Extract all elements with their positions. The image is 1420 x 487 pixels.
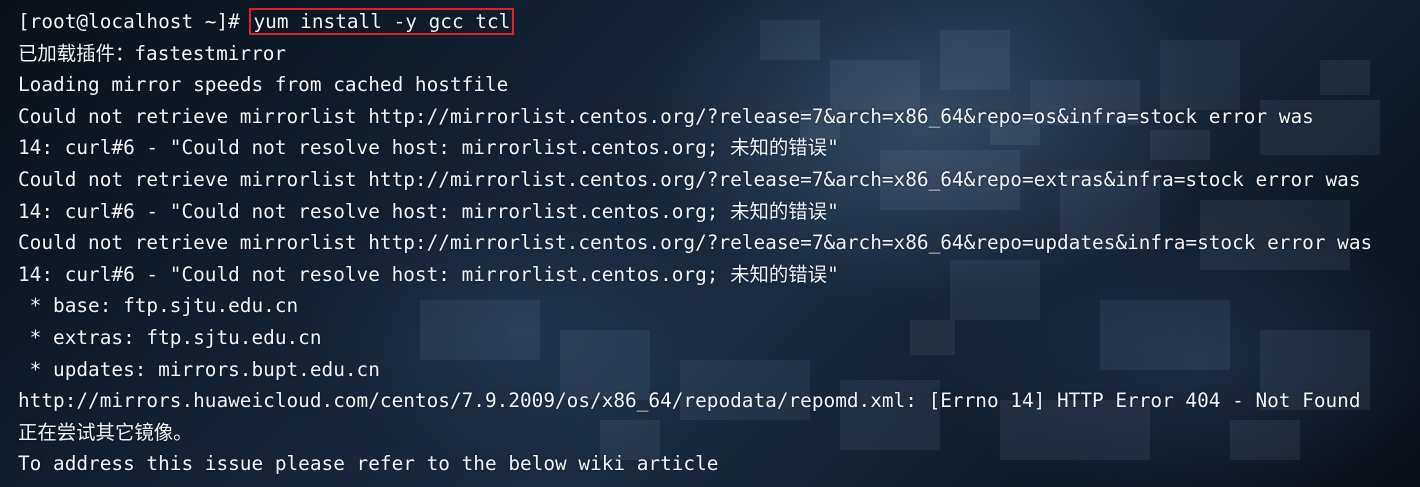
terminal-window[interactable]: [root@localhost ~]# yum install -y gcc t… [0, 0, 1420, 487]
output-line: 14: curl#6 - "Could not resolve host: mi… [18, 199, 839, 223]
output-line: Could not retrieve mirrorlist http://mir… [18, 231, 1373, 255]
output-line: Loading mirror speeds from cached hostfi… [18, 73, 509, 97]
command-line: [root@localhost ~]# yum install -y gcc t… [18, 6, 1420, 38]
terminal-output[interactable]: [root@localhost ~]# yum install -y gcc t… [18, 6, 1420, 480]
output-line: 14: curl#6 - "Could not resolve host: mi… [18, 262, 839, 286]
output-line: Could not retrieve mirrorlist http://mir… [18, 167, 1361, 191]
output-line: * base: ftp.sjtu.edu.cn [18, 294, 299, 318]
output-line: 14: curl#6 - "Could not resolve host: mi… [18, 136, 839, 160]
output-line: Could not retrieve mirrorlist http://mir… [18, 104, 1314, 128]
output-line: * updates: mirrors.bupt.edu.cn [18, 357, 380, 381]
highlighted-command: yum install -y gcc tcl [249, 8, 515, 35]
output-line: 已加载插件：fastestmirror [18, 41, 287, 65]
shell-prompt: [root@localhost ~]# [18, 10, 252, 33]
output-line: 正在尝试其它镜像。 [18, 420, 193, 444]
output-line: * extras: ftp.sjtu.edu.cn [18, 325, 322, 349]
output-line: http://mirrors.huaweicloud.com/centos/7.… [18, 389, 1361, 413]
output-line: To address this issue please refer to th… [18, 452, 719, 476]
